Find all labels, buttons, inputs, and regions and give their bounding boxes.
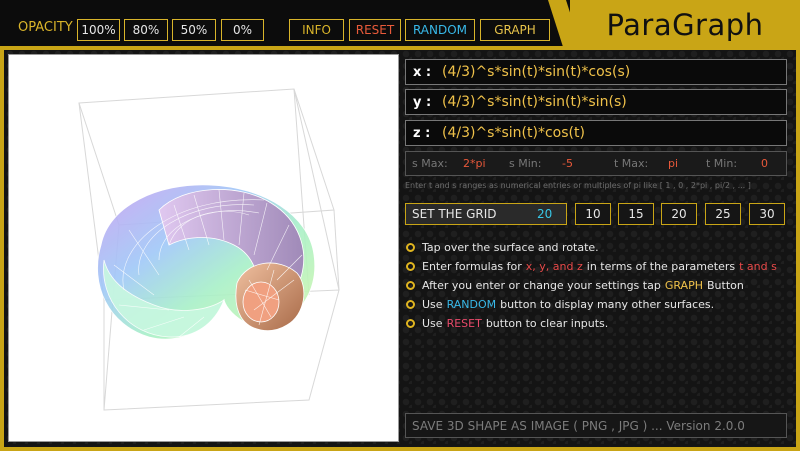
surface-render[interactable] [9,55,398,441]
opacity-50-button[interactable]: 50% [172,19,216,41]
grid-current-value: 20 [537,207,553,221]
opacity-100-button[interactable]: 100% [77,19,120,41]
z-formula-input[interactable]: (4/3)^s*sin(t)*cos(t) [436,125,585,141]
t-max-input[interactable]: pi [668,157,678,170]
opacity-80-button[interactable]: 80% [124,19,168,41]
set-grid-field[interactable]: SET THE GRID 20 [405,203,567,225]
s-max-label: s Max: [412,157,448,170]
z-axis-label: z : [413,125,431,141]
surface-core [242,281,280,323]
set-grid-label: SET THE GRID [412,207,497,221]
toolbar: OPACITY 100% 80% 50% 0% INFO RESET RANDO… [0,0,577,50]
y-formula-input[interactable]: (4/3)^s*sin(t)*sin(t)*sin(s) [436,94,627,110]
graph-button[interactable]: GRAPH [480,19,550,41]
x-axis-label: x : [413,64,432,80]
t-min-input[interactable]: 0 [761,157,768,170]
list-item: After you enter or change your settings … [406,276,781,295]
list-item: Use RANDOM button to display many other … [406,295,781,314]
grid-15-button[interactable]: 15 [618,203,654,225]
y-axis-label: y : [413,94,432,110]
parameter-ranges: s Max: 2*pi s Min: -5 t Max: pi t Min: 0 [405,151,787,176]
x-formula-input[interactable]: (4/3)^s*sin(t)*sin(t)*cos(s) [436,64,630,80]
range-hint: Enter t and s ranges as numerical entrie… [405,181,751,190]
bullet-icon [406,262,415,271]
grid-20-button[interactable]: 20 [661,203,697,225]
3d-viewport[interactable] [8,54,399,442]
s-min-label: s Min: [509,157,542,170]
s-max-input[interactable]: 2*pi [463,157,486,170]
reset-button[interactable]: RESET [349,19,401,41]
save-image-button[interactable]: SAVE 3D SHAPE AS IMAGE ( PNG , JPG ) ...… [405,413,787,438]
bullet-icon [406,281,415,290]
list-item: Tap over the surface and rotate. [406,238,781,257]
bullet-icon [406,300,415,309]
opacity-0-button[interactable]: 0% [221,19,264,41]
bullet-icon [406,319,415,328]
x-formula-row[interactable]: x : (4/3)^s*sin(t)*sin(t)*cos(s) [405,59,787,85]
s-min-input[interactable]: -5 [562,157,573,170]
random-button[interactable]: RANDOM [405,19,475,41]
z-formula-row[interactable]: z : (4/3)^s*sin(t)*cos(t) [405,120,787,146]
t-max-label: t Max: [614,157,649,170]
grid-25-button[interactable]: 25 [705,203,741,225]
list-item: Use RESET button to clear inputs. [406,314,781,333]
grid-30-button[interactable]: 30 [749,203,785,225]
grid-10-button[interactable]: 10 [575,203,611,225]
instructions-list: Tap over the surface and rotate. Enter f… [406,238,781,333]
bullet-icon [406,243,415,252]
app-title: ParaGraph [606,8,764,42]
info-button[interactable]: INFO [289,19,344,41]
list-item: Enter formulas for x, y, and z in terms … [406,257,781,276]
title-bar: ParaGraph [570,0,800,50]
t-min-label: t Min: [706,157,738,170]
y-formula-row[interactable]: y : (4/3)^s*sin(t)*sin(t)*sin(s) [405,89,787,115]
opacity-label: OPACITY [18,20,73,35]
